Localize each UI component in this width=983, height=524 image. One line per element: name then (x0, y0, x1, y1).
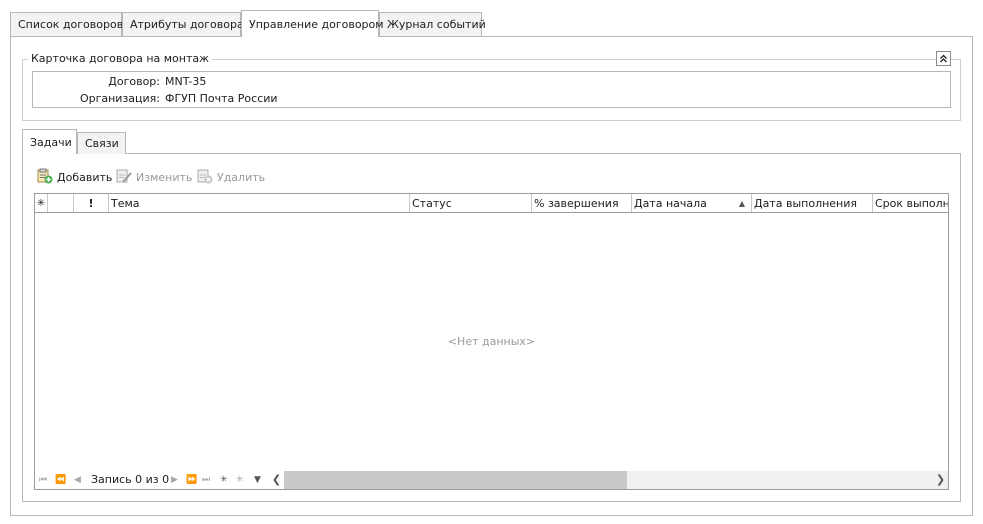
collapse-button[interactable] (936, 51, 951, 66)
scroll-right-arrow-icon[interactable]: ❯ (933, 471, 948, 489)
delete-button[interactable]: Удалить (197, 168, 265, 184)
tab-contract-management[interactable]: Управление договором (241, 10, 384, 37)
edit-button[interactable]: Изменить (116, 168, 192, 184)
append-record-icon[interactable]: ✳ (220, 474, 228, 486)
first-page-icon[interactable]: ⏮ (39, 474, 47, 486)
delete-button-label: Удалить (217, 171, 266, 184)
column-chooser-icon[interactable]: ✳ (35, 194, 48, 212)
priority-column-icon[interactable]: ! (74, 194, 109, 212)
column-header-start-date[interactable]: Дата начала ▲ (632, 194, 752, 212)
column-header-deadline[interactable]: Срок выполнен (873, 194, 948, 212)
sort-ascending-icon: ▲ (738, 199, 745, 208)
column-header-subject[interactable]: Тема (109, 194, 410, 212)
tab-tasks[interactable]: Задачи (22, 129, 77, 154)
previous-record-icon[interactable]: ◀ (74, 474, 81, 486)
start-date-label: Дата начала (634, 197, 707, 210)
tab-contract-list[interactable]: Список договоров (10, 12, 123, 36)
column-header-blank[interactable] (48, 194, 74, 212)
double-chevron-up-icon (940, 54, 947, 63)
add-task-icon (37, 168, 53, 184)
grid-header: ✳ ! Тема Статус % завершения Дата начала… (35, 194, 948, 213)
tab-event-log[interactable]: Журнал событий (379, 12, 486, 36)
edit-button-label: Изменить (136, 171, 193, 184)
column-header-completion-date[interactable]: Дата выполнения (752, 194, 873, 212)
last-page-icon[interactable]: ⏭ (202, 474, 210, 486)
tab-contract-attributes[interactable]: Атрибуты договора (122, 12, 244, 36)
empty-grid-text: <Нет данных> (447, 335, 536, 348)
scroll-left-arrow-icon[interactable]: ❮ (269, 471, 284, 489)
organization-label: Организация: (79, 92, 160, 105)
record-counter: Запись 0 из 0 (91, 473, 170, 486)
column-header-status[interactable]: Статус (410, 194, 532, 212)
add-button-label: Добавить (57, 171, 113, 184)
contract-card-title: Карточка договора на монтаж (28, 51, 213, 67)
add-button[interactable]: Добавить (37, 168, 112, 184)
edit-task-icon (116, 169, 132, 183)
organization-value: ФГУП Почта России (165, 92, 278, 105)
previous-page-icon[interactable]: ⏪ (55, 474, 66, 486)
horizontal-scroll-thumb[interactable] (284, 471, 627, 489)
edit-record-icon[interactable]: ✳ (236, 474, 244, 486)
filter-icon[interactable]: ▼ (254, 474, 261, 486)
delete-task-icon (197, 169, 213, 184)
next-record-icon[interactable]: ▶ (171, 474, 178, 486)
contract-label: Договор: (108, 75, 160, 88)
next-page-icon[interactable]: ⏩ (186, 474, 197, 486)
column-header-completion[interactable]: % завершения (532, 194, 632, 212)
contract-value: MNT-35 (165, 75, 207, 88)
tab-links[interactable]: Связи (77, 132, 126, 154)
